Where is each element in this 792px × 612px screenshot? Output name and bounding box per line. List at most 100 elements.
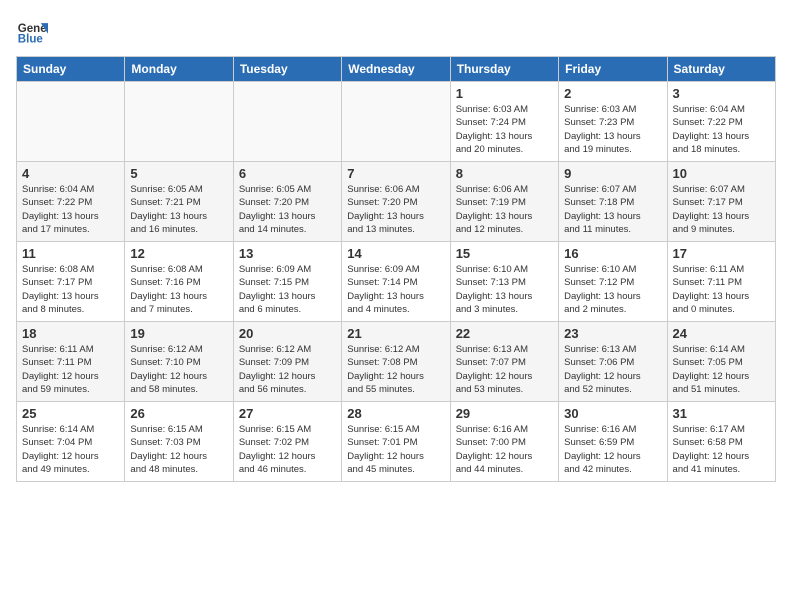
day-info: Sunrise: 6:08 AM Sunset: 7:16 PM Dayligh… — [130, 263, 227, 316]
day-number: 7 — [347, 166, 444, 181]
day-number: 11 — [22, 246, 119, 261]
day-number: 4 — [22, 166, 119, 181]
day-info: Sunrise: 6:15 AM Sunset: 7:01 PM Dayligh… — [347, 423, 444, 476]
calendar-cell — [233, 82, 341, 162]
calendar-week-row: 11 Sunrise: 6:08 AM Sunset: 7:17 PM Dayli… — [17, 242, 776, 322]
day-number: 13 — [239, 246, 336, 261]
calendar-cell: 8 Sunrise: 6:06 AM Sunset: 7:19 PM Daylig… — [450, 162, 558, 242]
day-info: Sunrise: 6:17 AM Sunset: 6:58 PM Dayligh… — [673, 423, 770, 476]
day-info: Sunrise: 6:12 AM Sunset: 7:08 PM Dayligh… — [347, 343, 444, 396]
calendar-cell: 30 Sunrise: 6:16 AM Sunset: 6:59 PM Dayli… — [559, 402, 667, 482]
page-header: General Blue — [16, 16, 776, 48]
calendar-cell — [125, 82, 233, 162]
day-number: 31 — [673, 406, 770, 421]
day-info: Sunrise: 6:14 AM Sunset: 7:04 PM Dayligh… — [22, 423, 119, 476]
logo: General Blue — [16, 16, 54, 48]
calendar-cell: 6 Sunrise: 6:05 AM Sunset: 7:20 PM Daylig… — [233, 162, 341, 242]
calendar-cell: 13 Sunrise: 6:09 AM Sunset: 7:15 PM Dayli… — [233, 242, 341, 322]
day-info: Sunrise: 6:16 AM Sunset: 6:59 PM Dayligh… — [564, 423, 661, 476]
day-number: 6 — [239, 166, 336, 181]
calendar-cell: 31 Sunrise: 6:17 AM Sunset: 6:58 PM Dayli… — [667, 402, 775, 482]
calendar-week-row: 1 Sunrise: 6:03 AM Sunset: 7:24 PM Daylig… — [17, 82, 776, 162]
calendar-cell: 7 Sunrise: 6:06 AM Sunset: 7:20 PM Daylig… — [342, 162, 450, 242]
day-info: Sunrise: 6:04 AM Sunset: 7:22 PM Dayligh… — [673, 103, 770, 156]
day-info: Sunrise: 6:10 AM Sunset: 7:13 PM Dayligh… — [456, 263, 553, 316]
calendar-cell: 4 Sunrise: 6:04 AM Sunset: 7:22 PM Daylig… — [17, 162, 125, 242]
day-number: 30 — [564, 406, 661, 421]
day-number: 8 — [456, 166, 553, 181]
calendar-table: SundayMondayTuesdayWednesdayThursdayFrid… — [16, 56, 776, 482]
day-number: 16 — [564, 246, 661, 261]
day-number: 26 — [130, 406, 227, 421]
logo-icon: General Blue — [16, 16, 48, 48]
calendar-cell: 28Sunrise: 6:15 AM Sunset: 7:01 PM Dayli… — [342, 402, 450, 482]
day-info: Sunrise: 6:15 AM Sunset: 7:02 PM Dayligh… — [239, 423, 336, 476]
header-wednesday: Wednesday — [342, 57, 450, 82]
day-number: 20 — [239, 326, 336, 341]
day-info: Sunrise: 6:15 AM Sunset: 7:03 PM Dayligh… — [130, 423, 227, 476]
calendar-cell: 25Sunrise: 6:14 AM Sunset: 7:04 PM Dayli… — [17, 402, 125, 482]
day-info: Sunrise: 6:05 AM Sunset: 7:20 PM Dayligh… — [239, 183, 336, 236]
day-info: Sunrise: 6:09 AM Sunset: 7:15 PM Dayligh… — [239, 263, 336, 316]
calendar-cell — [342, 82, 450, 162]
calendar-cell: 21 Sunrise: 6:12 AM Sunset: 7:08 PM Dayli… — [342, 322, 450, 402]
calendar-cell: 14Sunrise: 6:09 AM Sunset: 7:14 PM Dayli… — [342, 242, 450, 322]
day-info: Sunrise: 6:13 AM Sunset: 7:06 PM Dayligh… — [564, 343, 661, 396]
calendar-cell: 19 Sunrise: 6:12 AM Sunset: 7:10 PM Dayli… — [125, 322, 233, 402]
calendar-week-row: 18 Sunrise: 6:11 AM Sunset: 7:11 PM Dayli… — [17, 322, 776, 402]
calendar-cell: 26 Sunrise: 6:15 AM Sunset: 7:03 PM Dayli… — [125, 402, 233, 482]
header-sunday: Sunday — [17, 57, 125, 82]
day-info: Sunrise: 6:08 AM Sunset: 7:17 PM Dayligh… — [22, 263, 119, 316]
calendar-week-row: 25Sunrise: 6:14 AM Sunset: 7:04 PM Dayli… — [17, 402, 776, 482]
calendar-cell: 9 Sunrise: 6:07 AM Sunset: 7:18 PM Daylig… — [559, 162, 667, 242]
day-info: Sunrise: 6:11 AM Sunset: 7:11 PM Dayligh… — [673, 263, 770, 316]
day-info: Sunrise: 6:06 AM Sunset: 7:20 PM Dayligh… — [347, 183, 444, 236]
calendar-cell: 3 Sunrise: 6:04 AM Sunset: 7:22 PM Daylig… — [667, 82, 775, 162]
day-number: 23 — [564, 326, 661, 341]
day-info: Sunrise: 6:07 AM Sunset: 7:17 PM Dayligh… — [673, 183, 770, 236]
calendar-header-row: SundayMondayTuesdayWednesdayThursdayFrid… — [17, 57, 776, 82]
calendar-cell: 16Sunrise: 6:10 AM Sunset: 7:12 PM Dayli… — [559, 242, 667, 322]
day-number: 27 — [239, 406, 336, 421]
header-monday: Monday — [125, 57, 233, 82]
calendar-cell: 1 Sunrise: 6:03 AM Sunset: 7:24 PM Daylig… — [450, 82, 558, 162]
day-info: Sunrise: 6:06 AM Sunset: 7:19 PM Dayligh… — [456, 183, 553, 236]
header-thursday: Thursday — [450, 57, 558, 82]
day-number: 10 — [673, 166, 770, 181]
calendar-cell: 10 Sunrise: 6:07 AM Sunset: 7:17 PM Dayli… — [667, 162, 775, 242]
day-number: 19 — [130, 326, 227, 341]
day-info: Sunrise: 6:03 AM Sunset: 7:24 PM Dayligh… — [456, 103, 553, 156]
day-info: Sunrise: 6:12 AM Sunset: 7:10 PM Dayligh… — [130, 343, 227, 396]
calendar-cell — [17, 82, 125, 162]
day-number: 5 — [130, 166, 227, 181]
day-number: 3 — [673, 86, 770, 101]
day-number: 18 — [22, 326, 119, 341]
calendar-cell: 23 Sunrise: 6:13 AM Sunset: 7:06 PM Dayli… — [559, 322, 667, 402]
day-number: 22 — [456, 326, 553, 341]
calendar-cell: 2Sunrise: 6:03 AM Sunset: 7:23 PM Daylig… — [559, 82, 667, 162]
calendar-week-row: 4 Sunrise: 6:04 AM Sunset: 7:22 PM Daylig… — [17, 162, 776, 242]
header-friday: Friday — [559, 57, 667, 82]
header-saturday: Saturday — [667, 57, 775, 82]
day-number: 15 — [456, 246, 553, 261]
day-info: Sunrise: 6:03 AM Sunset: 7:23 PM Dayligh… — [564, 103, 661, 156]
calendar-cell: 5 Sunrise: 6:05 AM Sunset: 7:21 PM Daylig… — [125, 162, 233, 242]
day-info: Sunrise: 6:04 AM Sunset: 7:22 PM Dayligh… — [22, 183, 119, 236]
day-number: 9 — [564, 166, 661, 181]
calendar-cell: 18 Sunrise: 6:11 AM Sunset: 7:11 PM Dayli… — [17, 322, 125, 402]
calendar-cell: 11 Sunrise: 6:08 AM Sunset: 7:17 PM Dayli… — [17, 242, 125, 322]
day-number: 21 — [347, 326, 444, 341]
day-info: Sunrise: 6:12 AM Sunset: 7:09 PM Dayligh… — [239, 343, 336, 396]
calendar-cell: 24 Sunrise: 6:14 AM Sunset: 7:05 PM Dayli… — [667, 322, 775, 402]
calendar-cell: 15 Sunrise: 6:10 AM Sunset: 7:13 PM Dayli… — [450, 242, 558, 322]
calendar-cell: 29Sunrise: 6:16 AM Sunset: 7:00 PM Dayli… — [450, 402, 558, 482]
day-info: Sunrise: 6:07 AM Sunset: 7:18 PM Dayligh… — [564, 183, 661, 236]
day-info: Sunrise: 6:14 AM Sunset: 7:05 PM Dayligh… — [673, 343, 770, 396]
day-info: Sunrise: 6:11 AM Sunset: 7:11 PM Dayligh… — [22, 343, 119, 396]
day-number: 1 — [456, 86, 553, 101]
day-info: Sunrise: 6:09 AM Sunset: 7:14 PM Dayligh… — [347, 263, 444, 316]
day-number: 24 — [673, 326, 770, 341]
day-number: 29 — [456, 406, 553, 421]
day-info: Sunrise: 6:05 AM Sunset: 7:21 PM Dayligh… — [130, 183, 227, 236]
calendar-cell: 27 Sunrise: 6:15 AM Sunset: 7:02 PM Dayli… — [233, 402, 341, 482]
